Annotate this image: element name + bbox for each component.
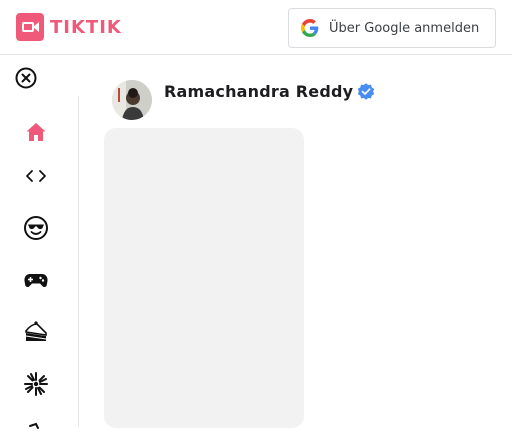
post-username[interactable]: Ramachandra Reddy: [164, 82, 353, 101]
verified-badge-icon: [357, 83, 375, 100]
sidebar-item-more[interactable]: [22, 416, 50, 444]
sidebar-item-comedy[interactable]: [22, 214, 50, 242]
sidebar-item-home[interactable]: [22, 118, 50, 146]
avatar-photo-icon: [112, 80, 152, 120]
gamepad-icon: [24, 274, 48, 288]
video-card[interactable]: [104, 128, 304, 428]
google-signin-button[interactable]: Über Google anmelden: [288, 8, 496, 48]
sidebar-item-dance[interactable]: [22, 370, 50, 398]
cool-face-icon: [24, 216, 48, 240]
sidebar: [0, 96, 79, 429]
sidebar-item-gaming[interactable]: [22, 266, 50, 294]
app-logo[interactable]: TIKTIK: [16, 12, 122, 42]
more-icon: [29, 422, 39, 429]
code-icon: [26, 170, 46, 182]
logo-camera-icon: [16, 13, 44, 41]
logo-text: TIKTIK: [50, 16, 122, 38]
google-icon: [301, 19, 319, 37]
home-icon: [26, 123, 46, 141]
cake-icon: [25, 321, 47, 341]
close-sidebar-icon[interactable]: [14, 66, 38, 90]
sidebar-item-food[interactable]: [22, 318, 50, 346]
sidebar-item-coding[interactable]: [22, 162, 50, 190]
sparkle-burst-icon: [24, 372, 48, 396]
top-header: TIKTIK Über Google anmelden: [0, 0, 512, 55]
avatar[interactable]: [112, 80, 152, 120]
google-signin-label: Über Google anmelden: [329, 20, 480, 36]
